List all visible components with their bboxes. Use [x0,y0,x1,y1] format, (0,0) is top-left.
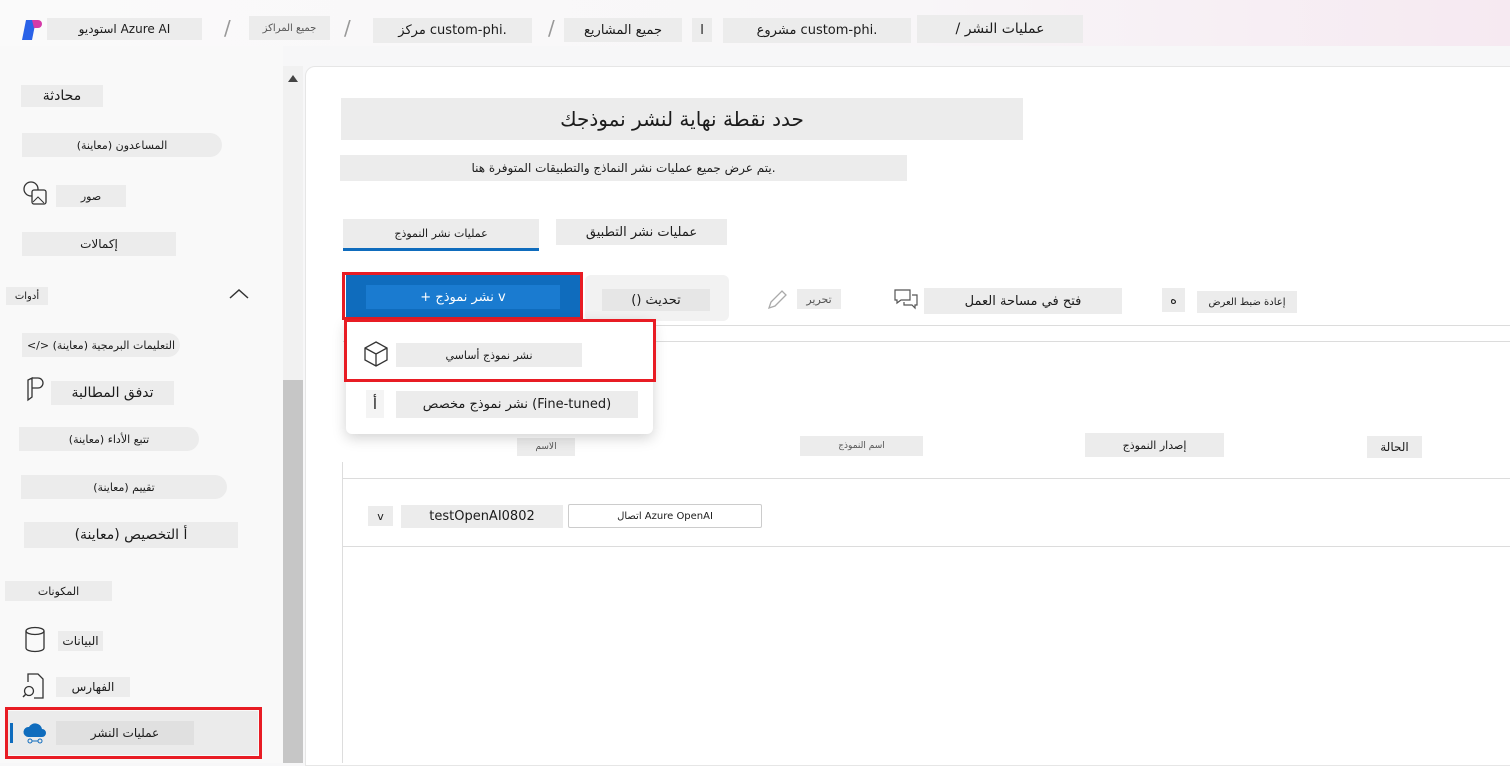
page-subtitle: يتم عرض جميع عمليات نشر النماذج والتطبيق… [340,155,907,181]
refresh-label: () تحديث [602,289,710,311]
edit-button[interactable]: تحرير [797,289,841,309]
sidebar-item-indexes[interactable]: الفهارس [56,677,130,697]
active-tab-underline [343,248,539,251]
breadcrumb-all-projects[interactable]: جميع المشاريع [564,18,682,42]
sidebar-item-chat[interactable]: محادثة [21,85,103,107]
database-icon [25,626,45,653]
breadcrumb-current: / عمليات النشر [917,15,1083,43]
column-header-name[interactable]: الاسم [517,438,575,456]
sidebar-item-fine-tuning[interactable]: أ التخصيص (معاينة) [24,522,238,548]
column-header-model-version[interactable]: إصدار النموذج [1085,433,1224,457]
sidebar-item-prompt-flow[interactable]: تدفق المطالبة [51,381,174,405]
header-divider [343,478,1510,479]
chat-bubbles-icon [894,289,918,310]
tools-section-header: أدوات [6,287,48,305]
sidebar-item-completions[interactable]: إكمالات [22,232,176,256]
menu-item-label: نشر نموذج مخصص (Fine-tuned) [396,391,638,418]
breadcrumb-separator-char: ا [692,18,712,42]
connection-badge: اتصال Azure OpenAI [568,504,762,528]
breadcrumb-studio[interactable]: استوديو Azure AI [47,18,202,40]
top-bar: استوديو Azure AI / جميع المراكز / مركز c… [0,0,1510,46]
sidebar-item-tracing[interactable]: تتبع الأداء (معاينة) [19,427,199,451]
deployment-name-link[interactable]: testOpenAI0802 [401,505,563,528]
breadcrumb-separator: / [344,16,351,40]
menu-item-deploy-fine-tuned[interactable]: أ نشر نموذج مخصص (Fine-tuned) [346,386,653,432]
breadcrumb-project[interactable]: مشروع custom-phi. [723,18,911,43]
sidebar-item-images[interactable]: صور [56,185,126,207]
breadcrumb-hub[interactable]: مركز custom-phi. [373,18,532,43]
column-header-status[interactable]: الحالة [1367,436,1422,458]
sidebar-item-data[interactable]: البيانات [58,631,103,651]
table-left-border [342,462,343,763]
highlight-box [342,272,583,320]
column-header-model-name[interactable]: اسم النموذج [800,436,923,456]
breadcrumb-all-hubs[interactable]: جميع المراكز [249,16,330,40]
sidebar-item-evaluation[interactable]: تقييم (معاينة) [21,475,227,499]
scrollbar-thumb[interactable] [283,380,303,763]
sidebar-item-code[interactable]: </> التعليمات البرمجية (معاينة) [22,333,180,357]
toolbar-divider [583,325,1510,326]
sidebar: محادثة المساعدون (معاينة) صور إكمالات أد… [0,46,283,763]
pencil-icon [767,290,787,310]
page-title: حدد نقطة نهاية لنشر نموذجك [341,98,1023,140]
sidebar-item-assistants[interactable]: المساعدون (معاينة) [22,133,222,157]
row-expand-chevron[interactable]: v [368,506,393,526]
row-divider [343,546,1510,547]
index-search-icon [22,673,44,699]
refresh-button[interactable]: () تحديث [585,275,729,321]
reset-view-icon: ه [1162,288,1185,312]
reset-view-button[interactable]: إعادة ضبط العرض [1197,291,1297,313]
highlight-box [5,707,262,759]
breadcrumb-separator: / [548,16,555,40]
open-in-workspace-button[interactable]: فتح في مساحة العمل [924,288,1122,314]
tab-app-deployments[interactable]: عمليات نشر التطبيق [556,219,727,245]
images-icon [23,181,47,205]
tab-model-deployments[interactable]: عمليات نشر النموذج [343,219,539,248]
scroll-up-arrow-icon[interactable] [287,74,299,83]
prompt-flow-icon [27,376,44,402]
azure-ai-logo-icon [22,20,42,40]
breadcrumb-separator: / [224,16,231,40]
chevron-up-icon[interactable] [228,288,250,300]
highlight-box [344,319,656,382]
fine-tuned-icon: أ [366,390,384,418]
components-section-header: المكونات [5,581,112,601]
